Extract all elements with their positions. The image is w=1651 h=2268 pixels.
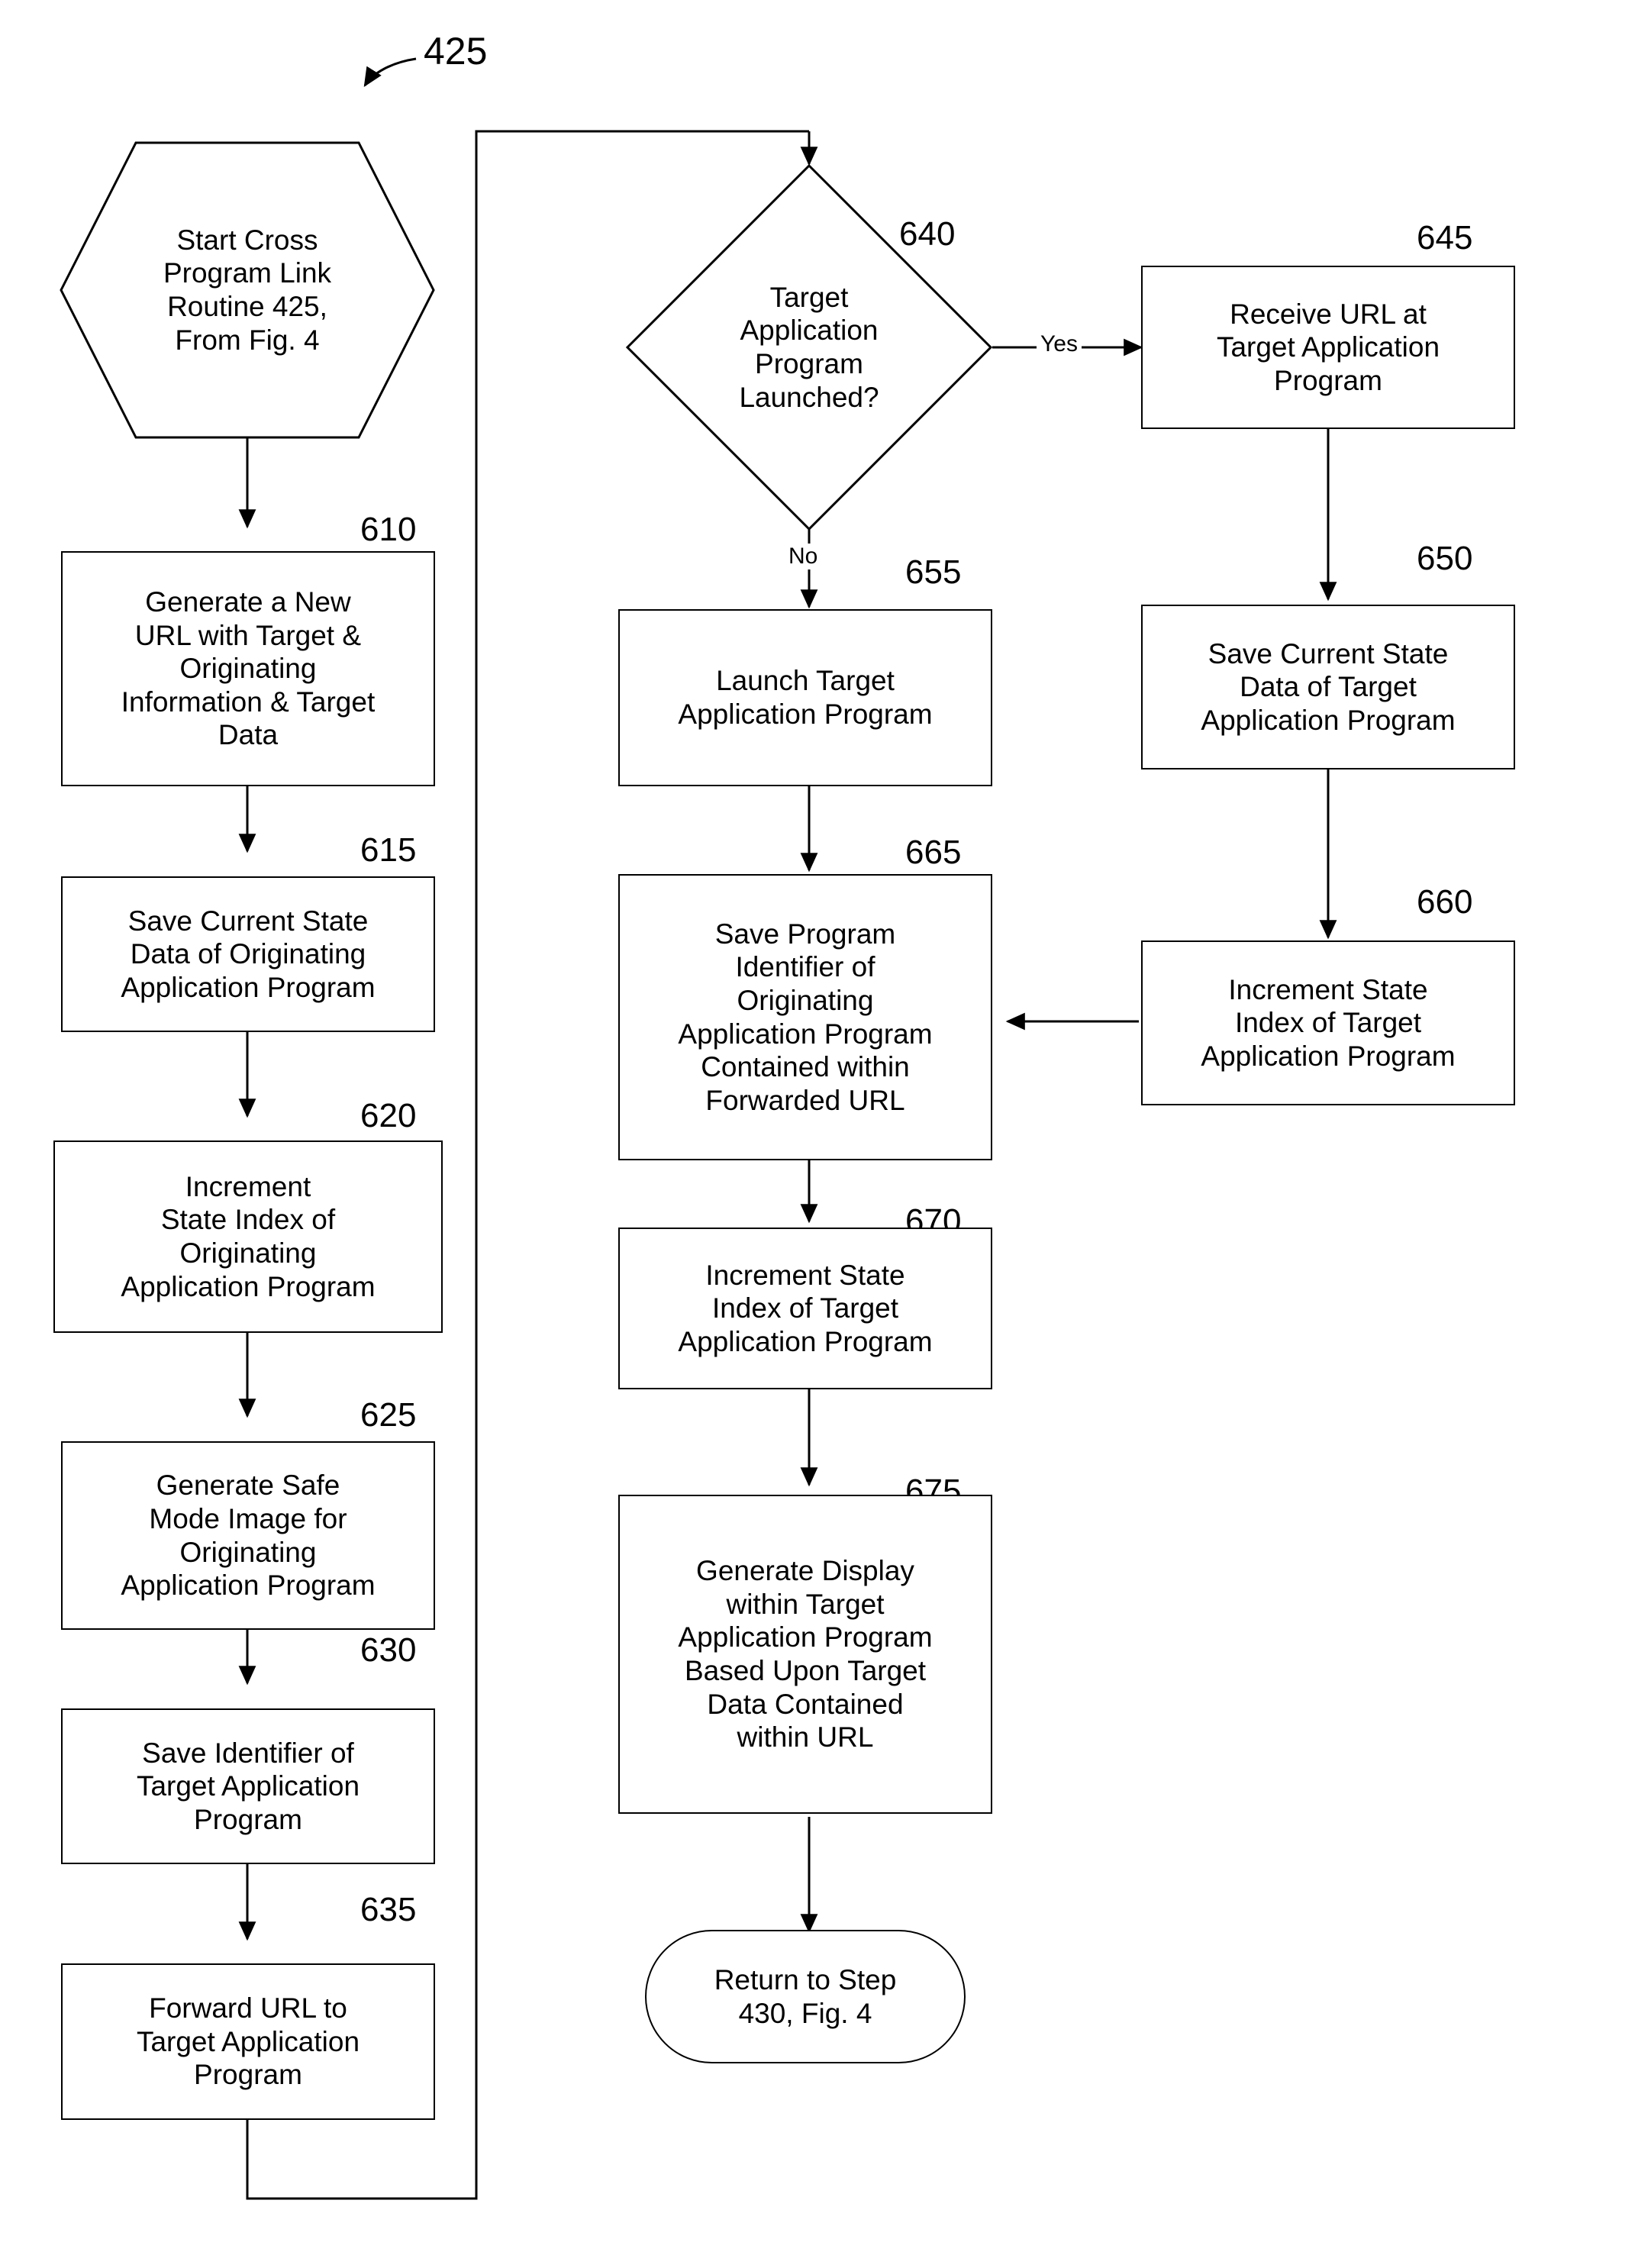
node-start-label: Start Cross Program Link Routine 425, Fr… <box>163 224 332 356</box>
node-660-increment-index-target: Increment State Index of Target Applicat… <box>1141 940 1515 1105</box>
node-645-label: Receive URL at Target Application Progra… <box>1216 298 1440 396</box>
ref-numeral-625: 625 <box>360 1396 417 1434</box>
node-665-label: Save Program Identifier of Originating A… <box>678 918 933 1116</box>
ref-numeral-650: 650 <box>1417 540 1473 577</box>
node-625-generate-safe-mode-image: Generate Safe Mode Image for Originating… <box>61 1441 435 1630</box>
ref-numeral-665: 665 <box>905 834 962 871</box>
node-630-label: Save Identifier of Target Application Pr… <box>136 1737 360 1835</box>
node-start-cross-program-link: Start Cross Program Link Routine 425, Fr… <box>60 141 435 439</box>
node-675-label: Generate Display within Target Applicati… <box>678 1555 933 1753</box>
node-610-label: Generate a New URL with Target & Origina… <box>121 586 376 751</box>
node-670-label: Increment State Index of Target Applicat… <box>678 1259 933 1357</box>
node-625-label: Generate Safe Mode Image for Originating… <box>121 1470 376 1602</box>
node-665-save-program-identifier: Save Program Identifier of Originating A… <box>618 874 992 1160</box>
node-675-generate-display: Generate Display within Target Applicati… <box>618 1495 992 1814</box>
node-645-receive-url-target: Receive URL at Target Application Progra… <box>1141 266 1515 429</box>
ref-numeral-645: 645 <box>1417 219 1473 256</box>
node-620-label: Increment State Index of Originating App… <box>121 1170 376 1302</box>
node-640-label: Target Application Program Launched? <box>739 281 879 413</box>
node-650-label: Save Current State Data of Target Applic… <box>1201 637 1456 736</box>
ref-numeral-655: 655 <box>905 553 962 591</box>
node-640-target-launched-decision: Target Application Program Launched? <box>626 164 992 531</box>
ref-numeral-620: 620 <box>360 1097 417 1134</box>
node-635-label: Forward URL to Target Application Progra… <box>136 1992 360 2091</box>
node-655-label: Launch Target Application Program <box>678 665 933 730</box>
edge-label-yes: Yes <box>1037 331 1082 357</box>
node-630-save-identifier-target: Save Identifier of Target Application Pr… <box>61 1708 435 1864</box>
node-650-save-state-target: Save Current State Data of Target Applic… <box>1141 605 1515 769</box>
ref-numeral-630: 630 <box>360 1631 417 1669</box>
node-610-generate-new-url: Generate a New URL with Target & Origina… <box>61 551 435 786</box>
node-return-to-step-430: Return to Step 430, Fig. 4 <box>645 1930 966 2063</box>
ref-numeral-610: 610 <box>360 511 417 548</box>
node-620-increment-index-originating: Increment State Index of Originating App… <box>53 1140 443 1333</box>
node-615-save-state-originating: Save Current State Data of Originating A… <box>61 876 435 1032</box>
figure-reference-numeral: 425 <box>424 30 488 73</box>
node-return-label: Return to Step 430, Fig. 4 <box>714 1963 897 2029</box>
node-660-label: Increment State Index of Target Applicat… <box>1201 973 1456 1072</box>
node-615-label: Save Current State Data of Originating A… <box>121 905 376 1003</box>
ref-numeral-660: 660 <box>1417 883 1473 921</box>
node-670-increment-index-target: Increment State Index of Target Applicat… <box>618 1228 992 1389</box>
node-655-launch-target-program: Launch Target Application Program <box>618 609 992 786</box>
flowchart-canvas: 425 Start Cross Program Link Routine 425… <box>0 0 1651 2268</box>
ref-numeral-615: 615 <box>360 831 417 869</box>
ref-numeral-635: 635 <box>360 1891 417 1928</box>
node-635-forward-url-target: Forward URL to Target Application Progra… <box>61 1963 435 2120</box>
edge-label-no: No <box>785 544 822 569</box>
